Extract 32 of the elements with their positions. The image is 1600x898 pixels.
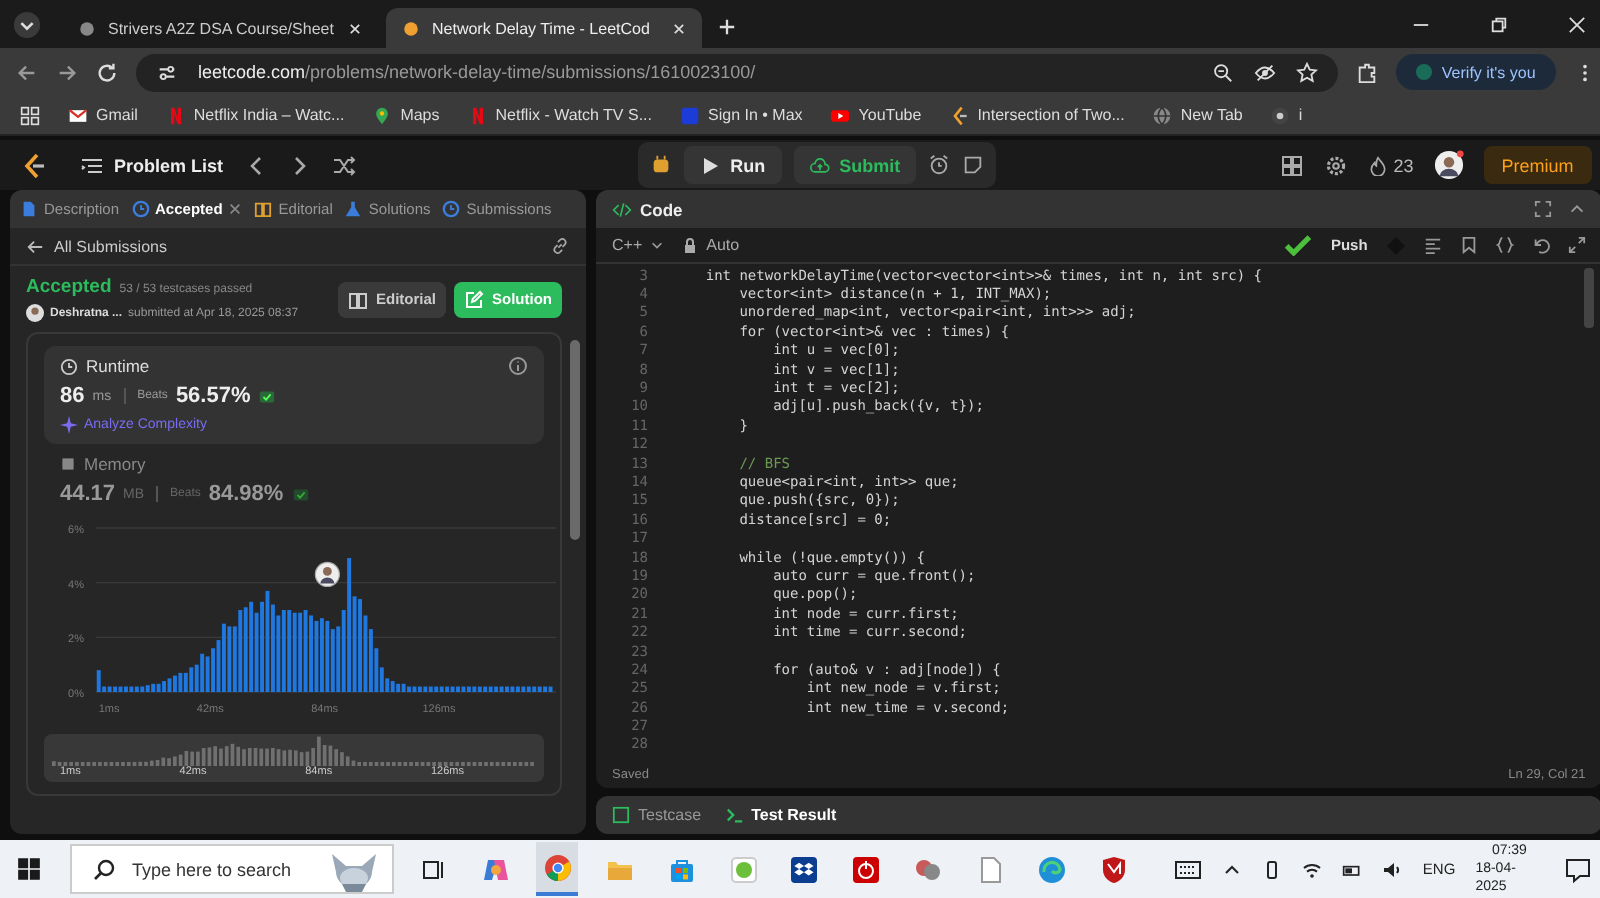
submit-button[interactable]: Submit <box>793 146 917 184</box>
bookmark[interactable]: Gmail <box>68 105 138 125</box>
address-field[interactable]: leetcode.com/problems/network-delay-time/submissions/1610023100/ <box>136 53 1338 91</box>
bookmark[interactable]: Intersection of Two... <box>949 105 1125 125</box>
mode-toggle[interactable]: Auto <box>682 236 740 254</box>
memory-value: 44.17 <box>60 482 116 506</box>
memory-label: Memory <box>60 454 528 474</box>
streak-counter[interactable]: 23 <box>1367 155 1414 175</box>
panel-title: Code <box>612 199 683 219</box>
bookmark[interactable]: i <box>1270 105 1303 125</box>
problem-list-link[interactable]: Problem List <box>80 153 224 177</box>
premium-button[interactable]: Premium <box>1483 146 1592 184</box>
bookmark[interactable]: New Tab <box>1152 105 1243 125</box>
browser-tab[interactable]: Strivers A2Z DSA Course/Sheet <box>62 8 378 48</box>
bookmark[interactable]: Netflix India – Watc... <box>165 105 345 125</box>
beats-percent: 56.57% <box>175 384 251 408</box>
language-dropdown[interactable]: C++ <box>612 236 665 254</box>
panel-tab[interactable]: Testcase <box>612 806 702 824</box>
browser-tab[interactable]: Network Delay Time - LeetCod <box>386 8 702 48</box>
all-submissions-link[interactable]: All Submissions <box>26 237 167 255</box>
profile-button[interactable]: Verify it's you <box>1395 54 1556 90</box>
runtime-label: Runtime <box>60 356 150 376</box>
status-text: Accepted <box>26 276 112 298</box>
run-button[interactable]: Run <box>684 146 782 184</box>
runtime-value: 86 <box>60 384 85 408</box>
bookmark[interactable]: Netflix - Watch TV S... <box>467 105 652 125</box>
panel-tab[interactable]: Test Result <box>725 806 837 824</box>
bookmark[interactable]: YouTube <box>830 105 922 125</box>
search-field[interactable]: Type here to search <box>70 844 394 894</box>
bookmark[interactable]: Maps <box>372 105 440 125</box>
beats-percent: 84.98% <box>208 482 284 506</box>
bookmark[interactable]: Sign In • Max <box>680 105 803 125</box>
